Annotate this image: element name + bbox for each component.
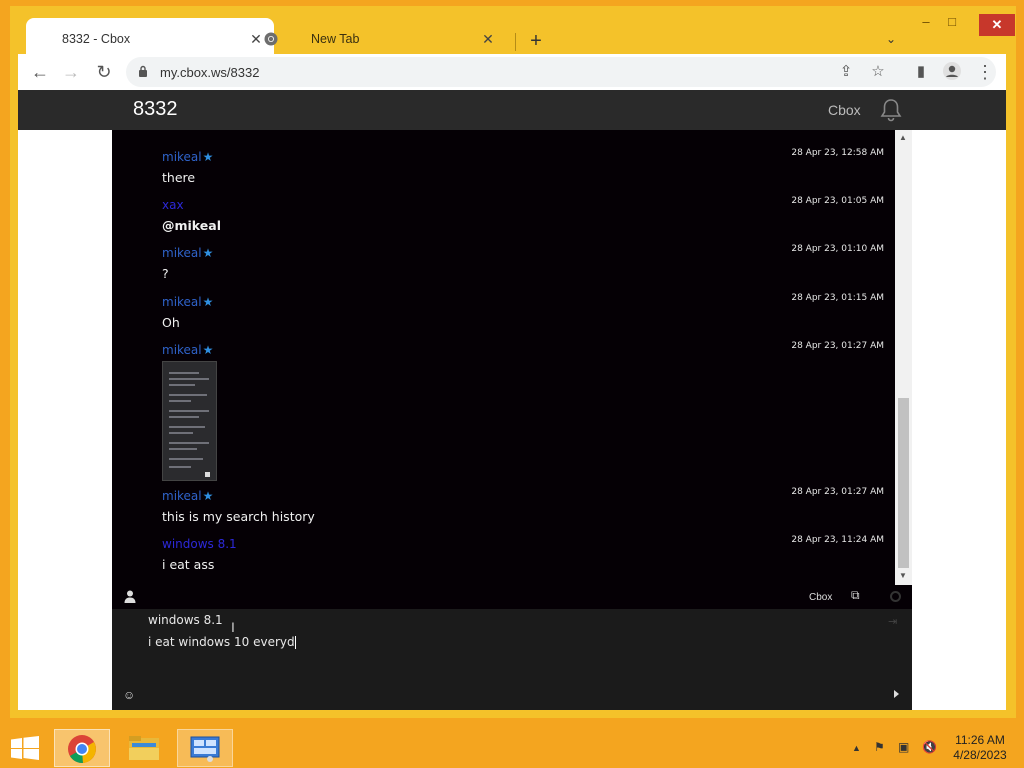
list-item: windows 8.1 28 Apr 23, 11:24 AM i eat as… xyxy=(162,535,884,572)
close-window-button[interactable]: ✕ xyxy=(979,14,1015,36)
control-panel-icon xyxy=(190,736,220,762)
send-arrow-icon[interactable] xyxy=(894,690,899,698)
message-input[interactable]: i eat windows 10 everyd xyxy=(148,635,296,649)
reload-icon[interactable]: ↻ xyxy=(93,61,115,83)
timestamp: 28 Apr 23, 01:15 AM xyxy=(791,293,884,303)
verified-star-icon: ★ xyxy=(202,489,214,503)
name-field[interactable]: windows 8.1 xyxy=(148,613,223,627)
scroll-up-arrow-icon[interactable]: ▲ xyxy=(899,133,907,142)
verified-star-icon: ★ xyxy=(202,343,214,357)
side-panel-icon[interactable]: ▮ xyxy=(910,61,932,83)
clock-time: 11:26 AM xyxy=(955,733,1005,747)
taskbar: ▲ ⚑ ▣ 🔇 11:26 AM 4/28/2023 xyxy=(0,728,1024,768)
username[interactable]: mikeal xyxy=(162,489,202,503)
more-menu-icon[interactable]: ⋮ xyxy=(974,61,996,83)
new-tab-button[interactable]: + xyxy=(525,30,547,52)
taskbar-chrome[interactable] xyxy=(54,729,110,767)
scrollbar-thumb[interactable] xyxy=(898,398,909,568)
back-arrow-icon[interactable]: ← xyxy=(29,61,51,83)
text-cursor-icon: I xyxy=(231,619,235,635)
site-header: 8332 Cbox xyxy=(18,90,1006,130)
list-item: mikeal★ 28 Apr 23, 01:27 AM xyxy=(162,341,884,481)
scroll-down-arrow-icon[interactable]: ▼ xyxy=(899,571,907,580)
timestamp: 28 Apr 23, 11:24 AM xyxy=(791,535,884,545)
list-item: mikeal★ 28 Apr 23, 01:27 AM this is my s… xyxy=(162,487,884,524)
tab-close-icon[interactable]: ✕ xyxy=(480,31,496,48)
maximize-button[interactable]: □ xyxy=(940,14,964,29)
page-content: 8332 Cbox mikeal★ 28 Apr 23, 12:58 AM th… xyxy=(18,90,1006,710)
status-ring-icon xyxy=(890,591,901,602)
verified-star-icon: ★ xyxy=(202,150,214,164)
taskbar-control-panel[interactable] xyxy=(177,729,233,767)
message-text: ? xyxy=(162,266,169,281)
message-text: @mikeal xyxy=(162,218,221,233)
timestamp: 28 Apr 23, 01:27 AM xyxy=(791,487,884,497)
address-bar[interactable]: my.cbox.ws/8332 ⇪ ☆ xyxy=(126,57,996,87)
username[interactable]: xax xyxy=(162,198,184,212)
tray-expand-icon[interactable]: ▲ xyxy=(852,743,861,753)
lock-icon xyxy=(139,65,147,77)
forward-arrow-icon[interactable]: → xyxy=(60,61,82,83)
url-text[interactable]: my.cbox.ws/8332 xyxy=(160,65,259,80)
username[interactable]: mikeal xyxy=(162,246,202,260)
cbox-brand-link[interactable]: Cbox xyxy=(828,102,861,118)
login-icon[interactable]: ⇥ xyxy=(888,615,897,628)
timestamp: 28 Apr 23, 01:10 AM xyxy=(791,244,884,254)
minimize-button[interactable]: – xyxy=(914,14,938,29)
tab-strip: 8332 - Cbox ✕ New Tab ✕ + ⌄ – □ ✕ xyxy=(10,6,1016,60)
message-input-text: i eat windows 10 everyd xyxy=(148,635,295,649)
user-icon[interactable] xyxy=(124,590,136,603)
volume-muted-icon[interactable]: 🔇 xyxy=(922,740,937,754)
username[interactable]: mikeal xyxy=(162,295,202,309)
username[interactable]: mikeal xyxy=(162,343,202,357)
system-clock[interactable]: 11:26 AM 4/28/2023 xyxy=(940,733,1020,763)
list-item: mikeal★ 28 Apr 23, 12:58 AM there xyxy=(162,148,884,185)
page-title: 8332 xyxy=(133,98,178,120)
tab-divider xyxy=(515,33,516,51)
chat-footer-bar: Cbox ⧉ xyxy=(112,585,912,609)
timestamp: 28 Apr 23, 01:05 AM xyxy=(791,196,884,206)
text-caret xyxy=(294,636,296,649)
taskbar-file-explorer[interactable] xyxy=(116,729,172,767)
popout-external-icon[interactable]: ⧉ xyxy=(851,588,860,603)
username[interactable]: windows 8.1 xyxy=(162,537,237,551)
bell-icon[interactable] xyxy=(880,98,902,122)
tab-title: 8332 - Cbox xyxy=(62,32,131,46)
image-attachment[interactable] xyxy=(162,361,217,481)
tab-close-icon[interactable]: ✕ xyxy=(248,31,264,48)
profile-avatar-icon[interactable] xyxy=(941,61,963,86)
browser-toolbar: ← → ↻ my.cbox.ws/8332 ⇪ ☆ ▮ ⋮ xyxy=(18,54,1006,90)
verified-star-icon: ★ xyxy=(202,295,214,309)
bookmark-star-icon[interactable]: ☆ xyxy=(868,62,888,80)
network-icon[interactable]: ▣ xyxy=(898,740,909,754)
clock-date: 4/28/2023 xyxy=(953,748,1007,762)
verified-star-icon: ★ xyxy=(202,246,214,260)
message-scrollbar[interactable]: ▲ ▼ xyxy=(895,130,912,585)
chrome-icon xyxy=(264,32,278,46)
share-icon[interactable]: ⇪ xyxy=(836,62,856,80)
username[interactable]: mikeal xyxy=(162,150,202,164)
message-text: i eat ass xyxy=(162,557,215,572)
action-center-flag-icon[interactable]: ⚑ xyxy=(874,740,885,754)
tab-title: New Tab xyxy=(311,32,360,46)
folder-icon xyxy=(129,736,159,760)
chrome-icon xyxy=(68,735,96,764)
list-item: mikeal★ 28 Apr 23, 01:15 AM Oh xyxy=(162,293,884,330)
message-text: Oh xyxy=(162,315,180,330)
message-text: this is my search history xyxy=(162,509,315,524)
tab-search-chevron-icon[interactable]: ⌄ xyxy=(886,32,896,46)
list-item: xax 28 Apr 23, 01:05 AM @mikeal xyxy=(162,196,884,233)
cbox-link[interactable]: Cbox xyxy=(809,592,832,603)
windows-start-icon[interactable] xyxy=(11,736,39,760)
message-text: there xyxy=(162,170,196,185)
timestamp: 28 Apr 23, 01:27 AM xyxy=(791,341,884,351)
timestamp: 28 Apr 23, 12:58 AM xyxy=(791,148,884,158)
message-list[interactable]: mikeal★ 28 Apr 23, 12:58 AM there xax 28… xyxy=(112,130,895,585)
emoji-smiley-icon[interactable]: ☺ xyxy=(123,688,135,702)
list-item: mikeal★ 28 Apr 23, 01:10 AM ? xyxy=(162,244,884,281)
